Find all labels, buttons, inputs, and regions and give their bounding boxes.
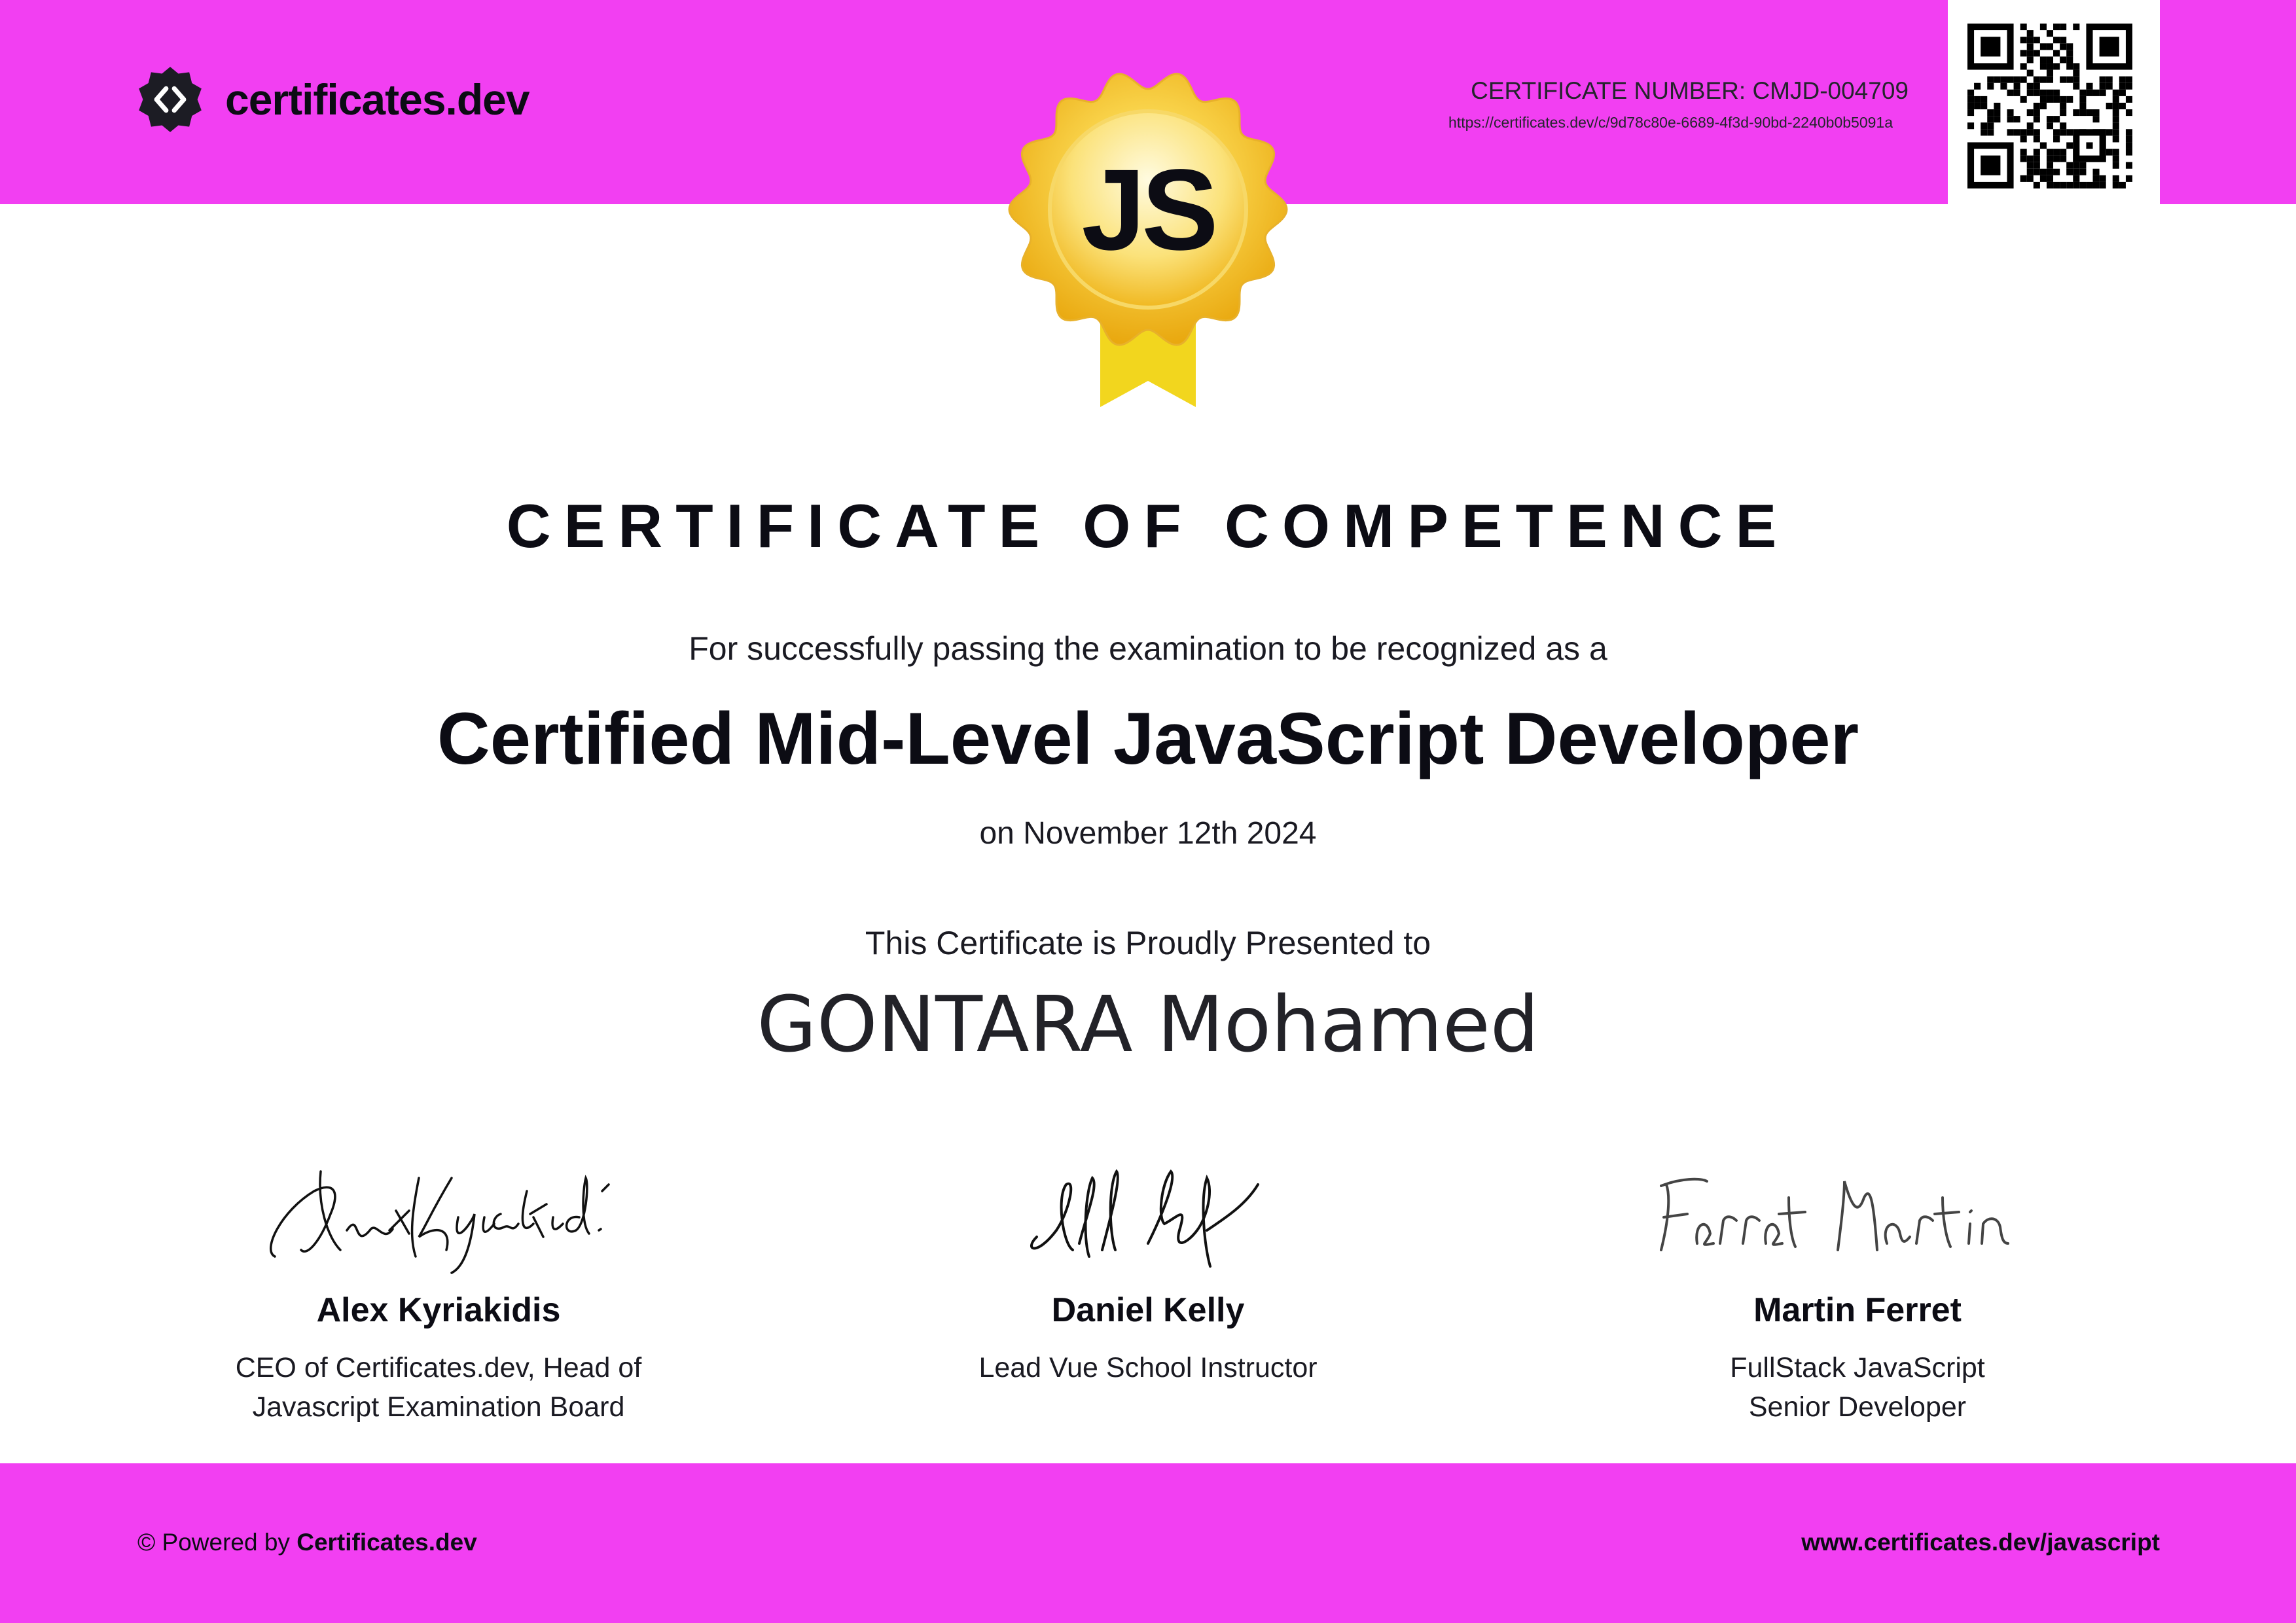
signature-martin: [1660, 1177, 2009, 1251]
certificate-number: CERTIFICATE NUMBER: CMJD-004709: [1471, 77, 1909, 104]
brand-logo[interactable]: certificates.dev: [136, 65, 530, 134]
signatory-name: Alex Kyriakidis: [316, 1291, 561, 1329]
certificate-intro: For successfully passing the examination…: [689, 630, 1607, 667]
recipient-name: GONTARA Mohamed: [757, 979, 1539, 1069]
signatory-martin: Martin Ferret FullStack JavaScript Senio…: [1589, 1152, 2126, 1427]
certificate-title: Certified Mid-Level JavaScript Developer: [437, 698, 1859, 779]
powered-by-prefix: © Powered by: [137, 1529, 290, 1556]
signatory-name: Martin Ferret: [1753, 1291, 1962, 1329]
certificate-headline: CERTIFICATE OF COMPETENCE: [506, 491, 1790, 560]
signature-alex: [270, 1170, 610, 1274]
code-brackets-badge-icon: [139, 67, 202, 132]
certificate-date: on November 12th 2024: [979, 816, 1317, 851]
signatory-alex: Alex Kyriakidis CEO of Certificates.dev,…: [170, 1152, 707, 1427]
signatory-daniel: Daniel Kelly Lead Vue School Instructor: [880, 1152, 1416, 1387]
signatory-role: FullStack JavaScript Senior Developer: [1730, 1352, 1985, 1423]
powered-by[interactable]: © Powered by Certificates.dev: [137, 1529, 477, 1556]
signatory-name: Daniel Kelly: [1051, 1291, 1245, 1329]
qr-code[interactable]: [1948, 0, 2160, 204]
footer-link[interactable]: www.certificates.dev/javascript: [1801, 1529, 2160, 1556]
signatory-role: CEO of Certificates.dev, Head of Javascr…: [235, 1352, 642, 1423]
certificate-url[interactable]: https://certificates.dev/c/9d78c80e-6689…: [1448, 114, 1893, 132]
presented-to-label: This Certificate is Proudly Presented to: [865, 925, 1431, 961]
brand-name: certificates.dev: [225, 75, 530, 124]
qr-code-icon: [1967, 24, 2132, 188]
badge-label: JS: [1081, 146, 1218, 274]
signature-daniel: [1030, 1169, 1259, 1268]
signatory-role: Lead Vue School Instructor: [978, 1352, 1318, 1383]
powered-by-brand: Certificates.dev: [296, 1529, 477, 1556]
